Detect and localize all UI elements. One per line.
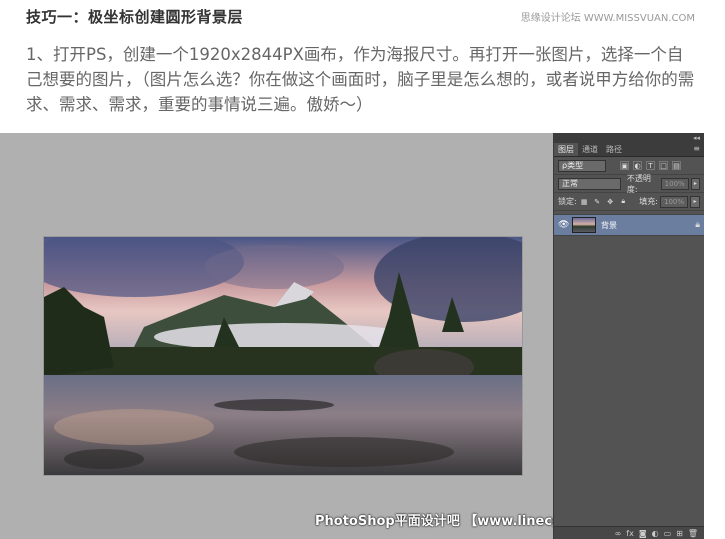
lock-label: 锁定: (558, 197, 577, 206)
collapse-icon[interactable]: ◂◂ (693, 134, 700, 142)
fill-input[interactable]: 100% (659, 195, 688, 208)
layer-style-icon[interactable]: fx (626, 529, 634, 538)
new-layer-icon[interactable]: ⊞ (676, 529, 683, 538)
layers-panel[interactable]: ◂◂ 图层 通道 路径 ≡ ρ类型 ▣ ◐ T □ ▤ 正常 不透明度: 100… (553, 133, 704, 539)
type-filter-icon[interactable]: T (646, 161, 655, 170)
tab-paths[interactable]: 路径 (602, 143, 626, 156)
opacity-dropdown-icon[interactable]: ▸ (690, 177, 700, 190)
panel-tabs: 图层 通道 路径 ≡ (554, 143, 704, 157)
blend-mode-select[interactable]: 正常 (558, 177, 621, 190)
blend-mode-label: 正常 (562, 178, 578, 188)
opacity-input[interactable]: 100% (660, 177, 689, 190)
delete-layer-icon[interactable]: 🗑︎ (688, 529, 698, 538)
site-watermark: 思缘设计论坛 WWW.MISSVUAN.COM (520, 13, 695, 24)
panel-titlebar: ◂◂ (554, 133, 704, 143)
fill-dropdown-icon[interactable]: ▸ (690, 195, 700, 208)
new-group-icon[interactable]: ▭ (664, 529, 672, 538)
layer-name[interactable]: 背景 (601, 220, 695, 231)
lock-transparent-icon[interactable]: ▦ (580, 197, 589, 206)
visibility-eye-icon[interactable]: 👁︎ (558, 220, 572, 230)
landscape-photo (44, 237, 522, 475)
smart-object-filter-icon[interactable]: ▤ (672, 161, 681, 170)
layer-row-background[interactable]: 👁︎ 背景 🔒︎ (554, 214, 704, 236)
blend-row: 正常 不透明度: 100% ▸ (554, 173, 704, 194)
panel-footer-toolbar: ∞ fx ◙ ◐ ▭ ⊞ 🗑︎ (554, 526, 704, 539)
article-title: 技巧一：极坐标创建圆形背景层 (26, 8, 244, 26)
lock-move-icon[interactable]: ✥ (606, 197, 615, 206)
article-paragraph: 1、打开PS，创建一个1920x2844PX画布，作为海报尺寸。再打开一张图片，… (26, 45, 695, 114)
fill-label: 填充: (639, 197, 658, 206)
photoshop-workspace[interactable] (0, 133, 553, 539)
layer-thumbnail (572, 217, 596, 233)
link-layers-icon[interactable]: ∞ (615, 529, 622, 538)
lock-paint-icon[interactable]: ✎ (593, 197, 602, 206)
tab-layers[interactable]: 图层 (554, 143, 578, 156)
new-adjustment-icon[interactable]: ◐ (652, 529, 659, 538)
tab-channels[interactable]: 通道 (578, 143, 602, 156)
shape-filter-icon[interactable]: □ (659, 161, 668, 170)
opacity-label: 不透明度: (626, 173, 651, 194)
add-mask-icon[interactable]: ◙ (639, 529, 647, 538)
lock-all-icon[interactable]: 🔒︎ (619, 197, 628, 206)
layer-lock-icon: 🔒︎ (695, 220, 700, 230)
adjustment-filter-icon[interactable]: ◐ (633, 161, 642, 170)
lock-row: 锁定: ▦ ✎ ✥ 🔒︎ 填充: 100% ▸ (554, 193, 704, 211)
filter-type-select[interactable]: ρ类型 (558, 159, 606, 172)
panel-menu-icon[interactable]: ≡ (689, 143, 704, 156)
canvas-image[interactable] (43, 236, 523, 476)
image-filter-icon[interactable]: ▣ (620, 161, 629, 170)
filter-type-label: ρ类型 (562, 160, 584, 170)
